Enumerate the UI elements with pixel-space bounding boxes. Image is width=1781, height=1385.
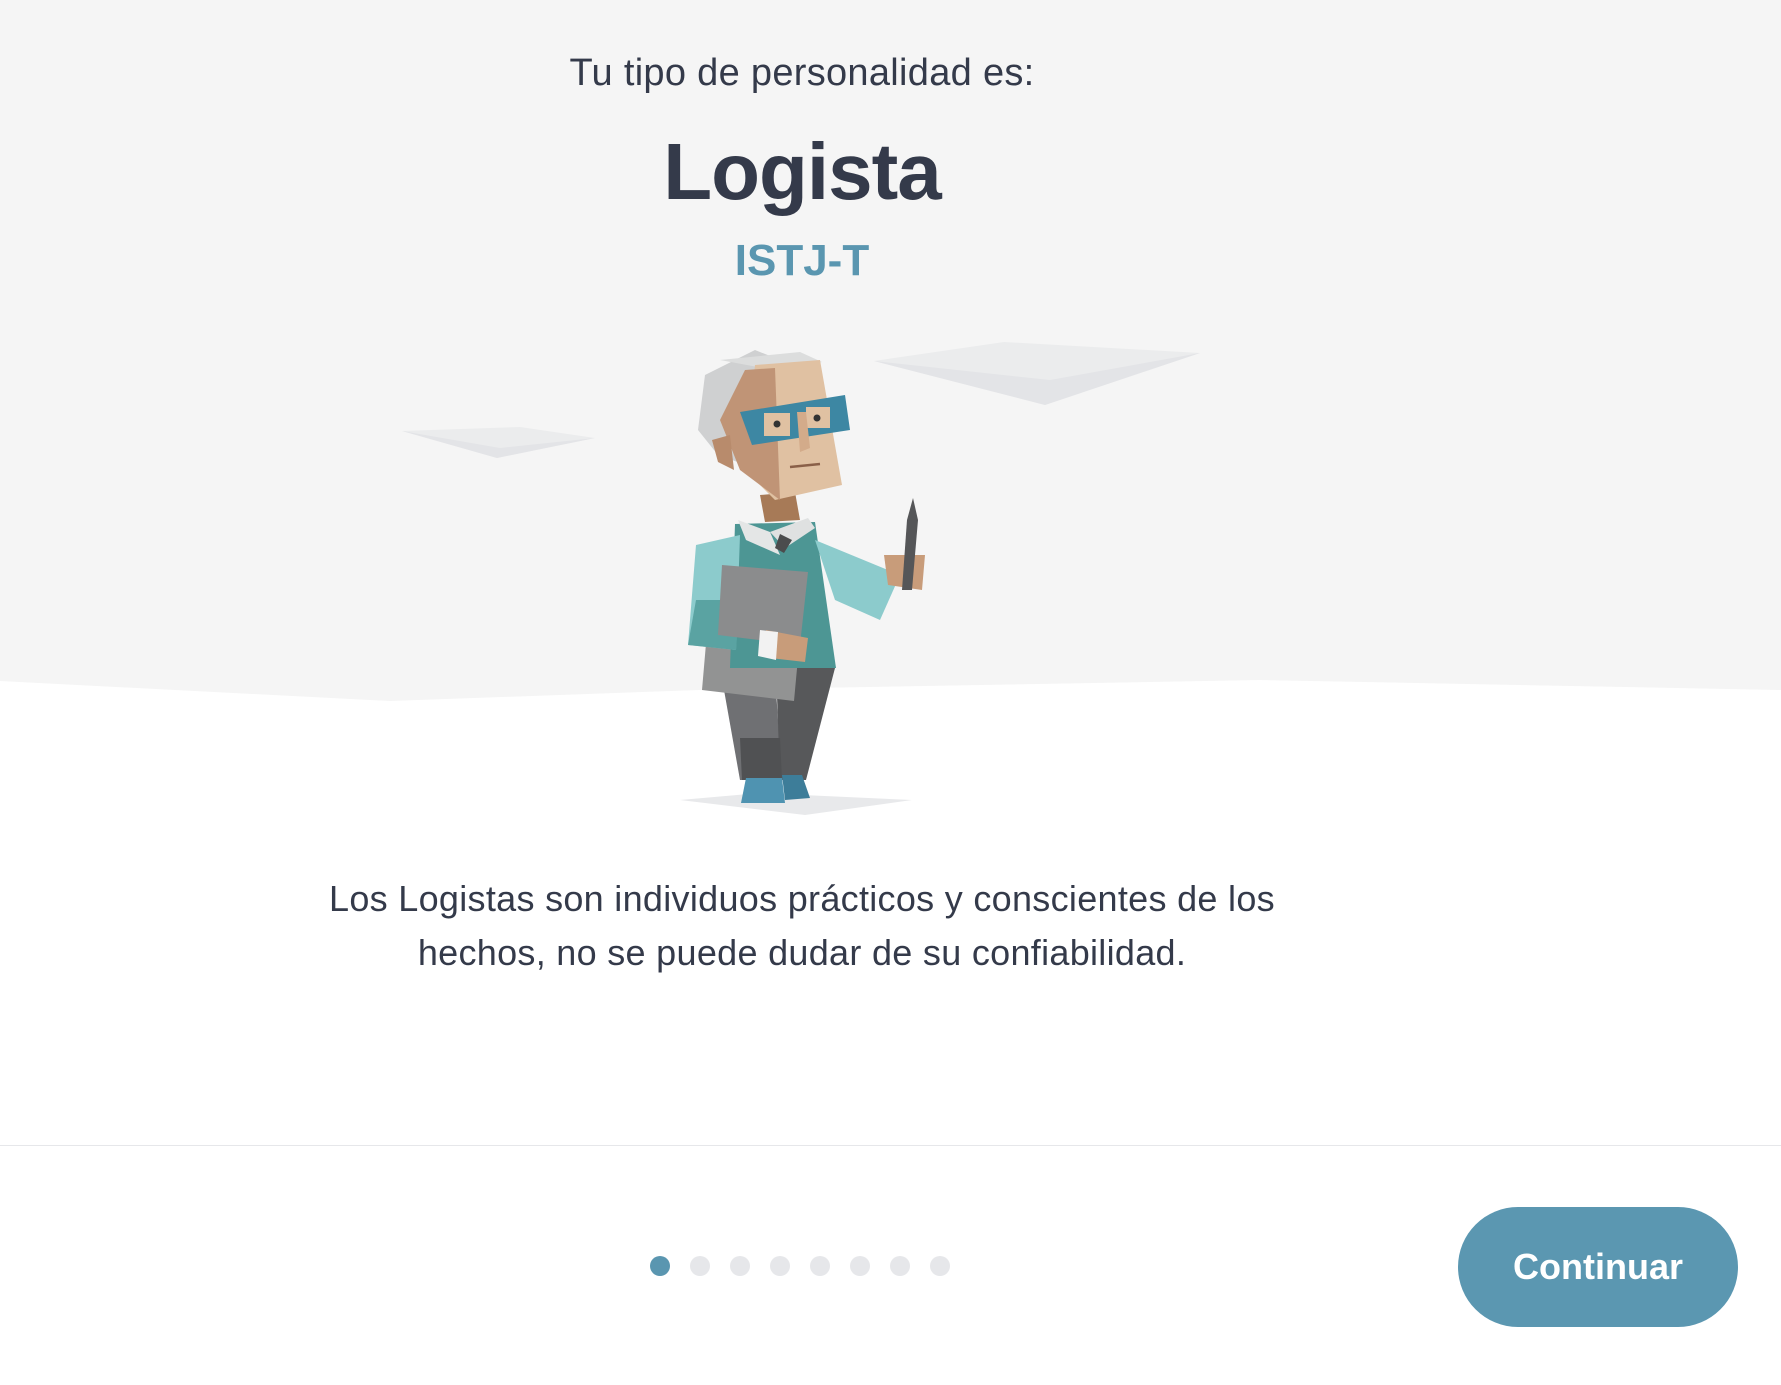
personality-type-name: Logista — [663, 127, 941, 216]
footer-divider — [0, 1145, 1781, 1146]
personality-type-code: ISTJ-T — [734, 236, 870, 285]
personality-result-page: Tu tipo de personalidad es: Logista ISTJ… — [0, 0, 1781, 1385]
continue-button[interactable]: Continuar — [1458, 1207, 1738, 1327]
pager-dot-7[interactable] — [890, 1256, 910, 1276]
pager-dot-8[interactable] — [930, 1256, 950, 1276]
description-line-1: Los Logistas son individuos prácticos y … — [329, 878, 1275, 919]
pager-dot-4[interactable] — [770, 1256, 790, 1276]
description-line-2: hechos, no se puede dudar de su confiabi… — [417, 932, 1187, 973]
pager-dot-6[interactable] — [850, 1256, 870, 1276]
result-intro-text: Tu tipo de personalidad es: — [569, 52, 1035, 94]
progress-pager — [650, 1256, 950, 1278]
pager-dot-2[interactable] — [690, 1256, 710, 1276]
pager-dot-5[interactable] — [810, 1256, 830, 1276]
type-description: Los Logistas son individuos prácticos y … — [280, 872, 1324, 980]
pager-dot-1[interactable] — [650, 1256, 670, 1276]
pager-dot-3[interactable] — [730, 1256, 750, 1276]
logistician-character-illustration — [402, 342, 1200, 815]
